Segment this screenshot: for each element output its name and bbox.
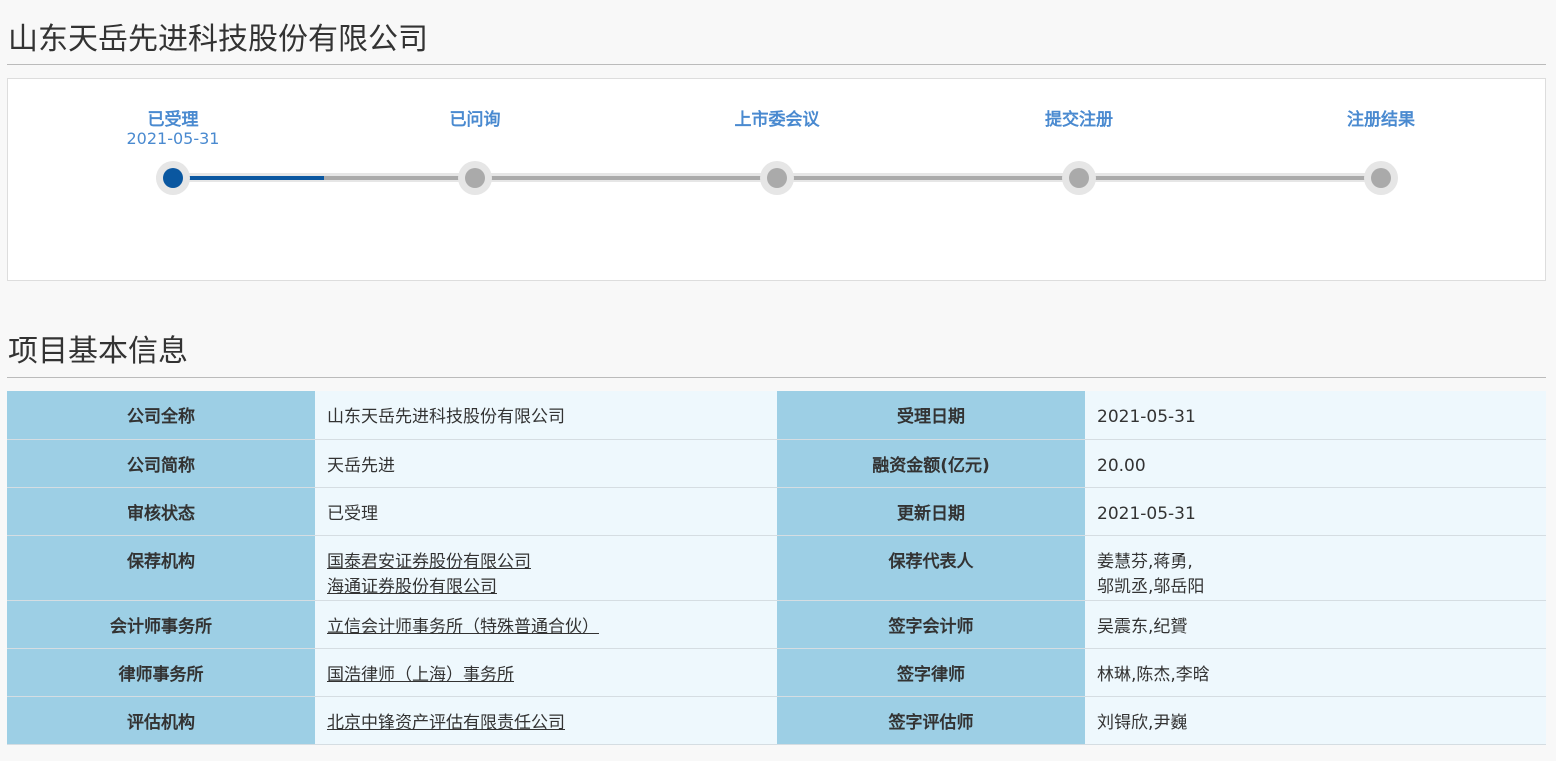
org-link[interactable]: 立信会计师事务所（特殊普通合伙）: [327, 615, 765, 640]
step-dot: [1364, 161, 1398, 195]
field-value: 山东天岳先进科技股份有限公司: [315, 391, 777, 440]
field-label: 签字会计师: [777, 600, 1085, 649]
table-row: 保荐机构 国泰君安证券股份有限公司 海通证券股份有限公司 保荐代表人 姜慧芬,蒋勇, 邬凯…: [7, 535, 1546, 601]
step-date: [1261, 129, 1501, 151]
progress-stepper: 已受理 2021-05-31 已问询 上市委会议 提交注册 注册结果: [7, 78, 1546, 281]
field-value: 立信会计师事务所（特殊普通合伙）: [315, 600, 777, 649]
step-dot: [1062, 161, 1096, 195]
step-4: 注册结果: [1261, 79, 1501, 151]
step-date: [355, 129, 595, 151]
page-title: 山东天岳先进科技股份有限公司: [8, 22, 428, 57]
field-label: 更新日期: [777, 487, 1085, 536]
field-value: 2021-05-31: [1085, 487, 1546, 536]
table-row: 律师事务所 国浩律师（上海）事务所 签字律师 林琳,陈杰,李晗: [7, 648, 1546, 697]
field-value: 20.00: [1085, 439, 1546, 488]
progress-fill: [173, 176, 324, 180]
field-value: 2021-05-31: [1085, 391, 1546, 440]
step-0: 已受理 2021-05-31: [53, 79, 293, 151]
field-label: 受理日期: [777, 391, 1085, 440]
step-label: 已问询: [449, 110, 501, 130]
field-label: 评估机构: [7, 696, 315, 745]
value-text: 2021-05-31: [1097, 503, 1196, 524]
step-label: 已受理: [147, 110, 199, 130]
org-link[interactable]: 国泰君安证券股份有限公司: [327, 550, 765, 575]
field-value: 姜慧芬,蒋勇, 邬凯丞,邬岳阳: [1085, 535, 1546, 601]
value-text: 20.00: [1097, 455, 1146, 476]
value-text: 刘锝欣,尹巍: [1097, 712, 1188, 733]
section-title: 项目基本信息: [8, 334, 188, 369]
field-label: 公司全称: [7, 391, 315, 440]
value-text: 邬凯丞,邬岳阳: [1097, 576, 1205, 597]
field-label: 律师事务所: [7, 648, 315, 697]
field-value: 已受理: [315, 487, 777, 536]
step-label: 上市委会议: [734, 110, 820, 130]
step-2: 上市委会议: [657, 79, 897, 151]
field-label: 公司简称: [7, 439, 315, 488]
step-3: 提交注册: [959, 79, 1199, 151]
table-row: 公司全称 山东天岳先进科技股份有限公司 受理日期 2021-05-31: [7, 391, 1546, 440]
step-date: [959, 129, 1199, 151]
table-row: 会计师事务所 立信会计师事务所（特殊普通合伙） 签字会计师 吴震东,纪贇: [7, 600, 1546, 649]
step-label: 提交注册: [1045, 110, 1113, 130]
org-link[interactable]: 国浩律师（上海）事务所: [327, 663, 765, 688]
org-link[interactable]: 海通证券股份有限公司: [327, 575, 765, 600]
field-label: 审核状态: [7, 487, 315, 536]
value-text: 2021-05-31: [1097, 407, 1196, 427]
field-label: 保荐机构: [7, 535, 315, 601]
step-label: 注册结果: [1347, 110, 1415, 130]
value-text: 天岳先进: [327, 455, 395, 476]
step-date: [657, 129, 897, 151]
step-dot: [760, 161, 794, 195]
divider: [7, 64, 1546, 65]
divider: [7, 377, 1546, 378]
field-label: 保荐代表人: [777, 535, 1085, 601]
org-link[interactable]: 北京中锋资产评估有限责任公司: [327, 711, 765, 736]
field-value: 天岳先进: [315, 439, 777, 488]
field-value: 吴震东,纪贇: [1085, 600, 1546, 649]
project-info-table: 公司全称 山东天岳先进科技股份有限公司 受理日期 2021-05-31 公司简称 天岳先进…: [7, 391, 1546, 745]
field-label: 融资金额(亿元): [777, 439, 1085, 488]
field-value: 国浩律师（上海）事务所: [315, 648, 777, 697]
value-text: 姜慧芬,蒋勇,: [1097, 551, 1193, 572]
step-dot: [458, 161, 492, 195]
field-value: 刘锝欣,尹巍: [1085, 696, 1546, 745]
table-row: 评估机构 北京中锋资产评估有限责任公司 签字评估师 刘锝欣,尹巍: [7, 696, 1546, 745]
field-value: 北京中锋资产评估有限责任公司: [315, 696, 777, 745]
table-row: 审核状态 已受理 更新日期 2021-05-31: [7, 487, 1546, 536]
table-row: 公司简称 天岳先进 融资金额(亿元) 20.00: [7, 439, 1546, 488]
field-value: 国泰君安证券股份有限公司 海通证券股份有限公司: [315, 535, 777, 601]
value-text: 已受理: [327, 503, 378, 524]
step-1: 已问询: [355, 79, 595, 151]
field-label: 签字评估师: [777, 696, 1085, 745]
field-label: 签字律师: [777, 648, 1085, 697]
value-text: 吴震东,纪贇: [1097, 616, 1188, 637]
value-text: 山东天岳先进科技股份有限公司: [327, 407, 565, 427]
value-text: 林琳,陈杰,李晗: [1097, 664, 1210, 685]
step-dot: [156, 161, 190, 195]
step-date: 2021-05-31: [126, 129, 220, 148]
field-value: 林琳,陈杰,李晗: [1085, 648, 1546, 697]
field-label: 会计师事务所: [7, 600, 315, 649]
